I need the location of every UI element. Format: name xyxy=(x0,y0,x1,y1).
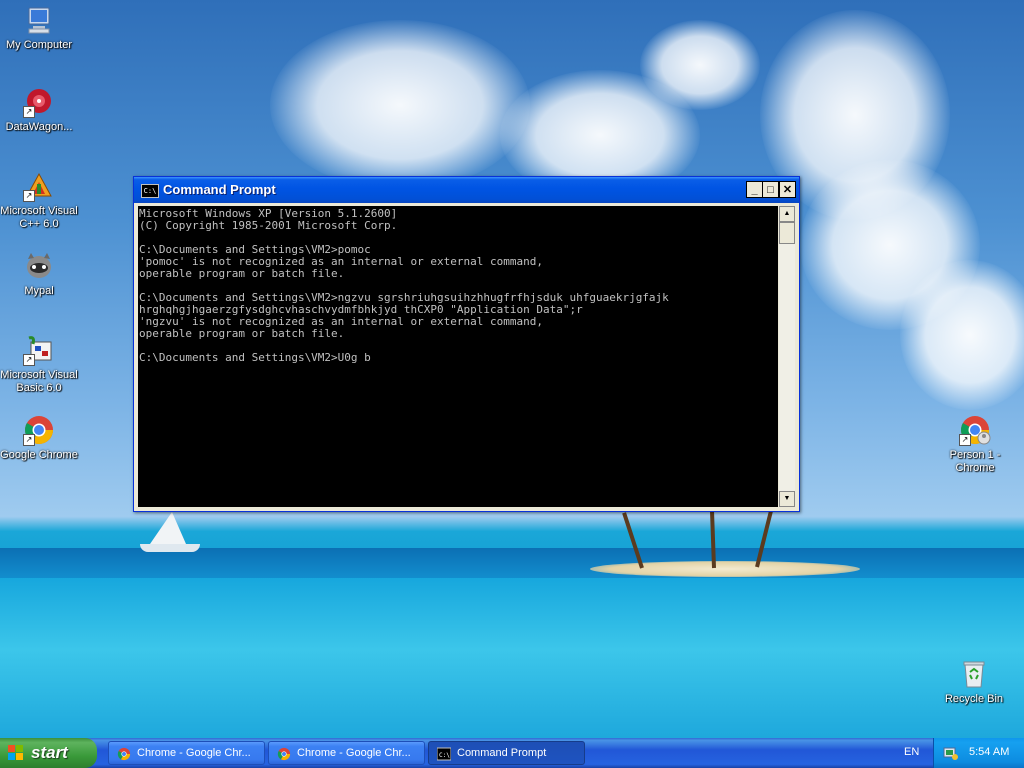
wallpaper-sailboat-hull xyxy=(140,544,200,552)
command-prompt-window[interactable]: C:\ Command Prompt _ □ ✕ Microsoft Windo… xyxy=(133,176,800,512)
wallpaper-cloud xyxy=(900,260,1024,410)
scroll-down-button[interactable]: ▼ xyxy=(779,491,795,507)
desktop-icon-label: DataWagon... xyxy=(5,121,73,133)
scroll-up-button[interactable]: ▲ xyxy=(779,206,795,222)
window-titlebar[interactable]: C:\ Command Prompt _ □ ✕ xyxy=(134,177,799,203)
desktop-icon-datawagon[interactable]: ↗ DataWagon... xyxy=(0,86,79,134)
wallpaper-cloud xyxy=(640,20,760,110)
datawagon-icon: ↗ xyxy=(23,86,55,118)
shortcut-arrow-icon: ↗ xyxy=(23,106,35,118)
system-tray: 5:54 AM xyxy=(933,738,1024,768)
shortcut-arrow-icon: ↗ xyxy=(23,354,35,366)
chrome-person-icon: ↗ xyxy=(959,414,991,446)
shortcut-arrow-icon: ↗ xyxy=(959,434,971,446)
taskbar-button-label: Command Prompt xyxy=(457,747,547,759)
chrome-icon: ↗ xyxy=(23,414,55,446)
shortcut-arrow-icon: ↗ xyxy=(23,190,35,202)
desktop-icon-visual-cpp[interactable]: ↗ Microsoft Visual C++ 6.0 xyxy=(0,170,79,231)
desktop-icon-google-chrome[interactable]: ↗ Google Chrome xyxy=(0,414,79,462)
console-line: operable program or batch file. xyxy=(139,267,345,280)
desktop-icon-visual-basic[interactable]: ↗ Microsoft Visual Basic 6.0 xyxy=(0,334,79,395)
window-title: Command Prompt xyxy=(163,182,276,197)
desktop-icon-recycle-bin[interactable]: Recycle Bin xyxy=(934,658,1014,706)
close-button[interactable]: ✕ xyxy=(779,181,796,198)
taskbar-button-chrome-2[interactable]: Chrome - Google Chr... xyxy=(268,741,425,765)
my-computer-icon xyxy=(23,4,55,36)
wallpaper-sailboat-sail xyxy=(150,512,186,544)
shortcut-arrow-icon: ↗ xyxy=(23,434,35,446)
desktop-icon-mypal[interactable]: Mypal xyxy=(0,250,79,298)
chrome-icon xyxy=(277,747,291,761)
chrome-icon xyxy=(117,747,131,761)
taskbar: start Chrome - Google Chr... Chrome - Go xyxy=(0,738,1024,768)
console-output[interactable]: Microsoft Windows XP [Version 5.1.2600](… xyxy=(138,206,778,507)
taskbar-button-label: Chrome - Google Chr... xyxy=(137,747,251,759)
windows-logo-icon xyxy=(8,745,24,761)
tray-app-icon[interactable] xyxy=(943,745,959,761)
desktop-icon-label: Mypal xyxy=(24,285,54,297)
desktop-icon-label: Microsoft Visual Basic 6.0 xyxy=(0,369,78,394)
wallpaper-sea xyxy=(0,578,1024,738)
vertical-scrollbar[interactable]: ▲ ▼ xyxy=(779,206,795,507)
wallpaper-palm xyxy=(709,509,716,569)
svg-text:C:\: C:\ xyxy=(439,752,450,759)
desktop-icon-label: Microsoft Visual C++ 6.0 xyxy=(0,205,78,230)
maximize-button[interactable]: □ xyxy=(762,181,779,198)
desktop-icon-label: Google Chrome xyxy=(0,449,78,461)
start-button[interactable]: start xyxy=(0,738,97,768)
console-line: operable program or batch file. xyxy=(139,327,345,340)
start-label: start xyxy=(31,743,68,762)
wallpaper-island xyxy=(590,561,860,577)
minimize-button[interactable]: _ xyxy=(746,181,763,198)
language-indicator[interactable]: EN xyxy=(904,746,919,758)
console-prompt-line[interactable]: C:\Documents and Settings\VM2>U0g b xyxy=(139,352,778,364)
visual-cpp-icon: ↗ xyxy=(23,170,55,202)
recycle-bin-icon xyxy=(958,658,990,690)
desktop: My Computer ↗ DataWagon... ↗ Microsoft V… xyxy=(0,0,1024,738)
command-prompt-icon: C:\ xyxy=(141,184,159,198)
visual-basic-icon: ↗ xyxy=(23,334,55,366)
desktop-icon-label: Recycle Bin xyxy=(944,693,1004,705)
wallpaper-cloud xyxy=(270,20,530,190)
desktop-icon-label: My Computer xyxy=(5,39,73,51)
desktop-icon-label: Person 1 - Chrome xyxy=(949,449,1001,474)
taskbar-button-label: Chrome - Google Chr... xyxy=(297,747,411,759)
desktop-icon-my-computer[interactable]: My Computer xyxy=(0,4,79,52)
console-line: (C) Copyright 1985-2001 Microsoft Corp. xyxy=(139,219,398,232)
taskbar-button-command-prompt[interactable]: C:\ Command Prompt xyxy=(428,741,585,765)
scroll-thumb[interactable] xyxy=(779,222,795,244)
command-prompt-icon: C:\ xyxy=(436,747,452,761)
mypal-icon xyxy=(23,250,55,282)
wallpaper-horizon xyxy=(0,548,1024,580)
desktop-icon-person1-chrome[interactable]: ↗ Person 1 - Chrome xyxy=(935,414,1015,475)
taskbar-button-chrome-1[interactable]: Chrome - Google Chr... xyxy=(108,741,265,765)
clock[interactable]: 5:54 AM xyxy=(969,746,1009,758)
